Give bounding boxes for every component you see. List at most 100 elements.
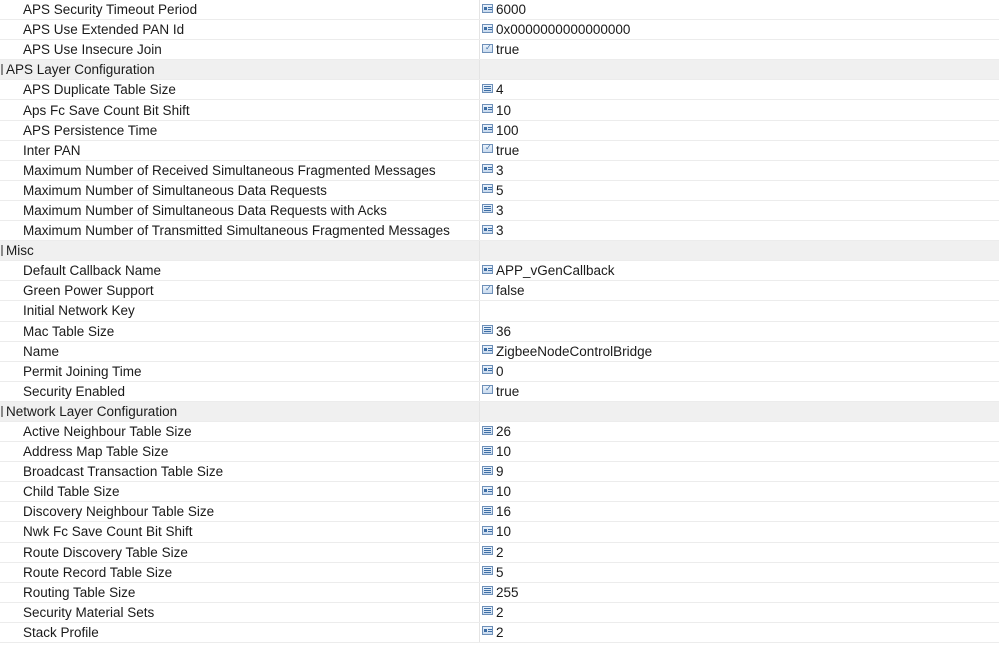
category-collapse-icon[interactable]: [1, 405, 3, 417]
property-name-cell[interactable]: Aps Fc Save Count Bit Shift: [0, 100, 480, 120]
property-value-cell[interactable]: 2: [480, 603, 999, 622]
property-value: ZigbeeNodeControlBridge: [496, 343, 653, 359]
property-row[interactable]: Stack Profile 2: [0, 622, 999, 643]
property-value-cell[interactable]: 10: [480, 100, 999, 119]
property-value-cell[interactable]: false: [480, 281, 999, 300]
property-name-cell[interactable]: APS Use Insecure Join: [0, 40, 480, 60]
property-value-cell[interactable]: 6000: [480, 0, 999, 19]
property-row[interactable]: Inter PAN true: [0, 140, 999, 161]
property-row[interactable]: APS Duplicate Table Size 4: [0, 80, 999, 101]
property-value-cell[interactable]: 9: [480, 462, 999, 481]
property-value-cell[interactable]: true: [480, 40, 999, 59]
property-name-cell[interactable]: Mac Table Size: [0, 321, 480, 341]
property-row[interactable]: Discovery Neighbour Table Size 16: [0, 502, 999, 523]
text-field-icon: [482, 264, 493, 274]
property-name-cell[interactable]: APS Use Extended PAN Id: [0, 20, 480, 40]
property-value-cell[interactable]: 10: [480, 482, 999, 501]
property-row[interactable]: Route Discovery Table Size 2: [0, 542, 999, 563]
category-row[interactable]: Misc: [0, 241, 999, 262]
property-name-cell[interactable]: APS Persistence Time: [0, 120, 480, 140]
property-row[interactable]: Name ZigbeeNodeControlBridge: [0, 341, 999, 362]
property-name-cell[interactable]: Green Power Support: [0, 281, 480, 301]
property-name-cell[interactable]: Route Discovery Table Size: [0, 542, 480, 562]
property-value-cell[interactable]: 5: [480, 181, 999, 200]
property-value-cell[interactable]: 16: [480, 502, 999, 521]
property-name-cell[interactable]: Network Layer Configuration: [0, 401, 480, 421]
property-row[interactable]: Route Record Table Size 5: [0, 562, 999, 583]
property-row[interactable]: Mac Table Size 36: [0, 321, 999, 342]
property-row[interactable]: APS Use Extended PAN Id 0x000000000000000…: [0, 20, 999, 41]
property-value-cell[interactable]: 10: [480, 442, 999, 461]
property-value-cell[interactable]: 3: [480, 161, 999, 180]
property-name-cell[interactable]: Broadcast Transaction Table Size: [0, 462, 480, 482]
property-name-cell[interactable]: Default Callback Name: [0, 261, 480, 281]
property-name-cell[interactable]: Routing Table Size: [0, 582, 480, 602]
property-name-cell[interactable]: Initial Network Key: [0, 301, 480, 321]
property-value-cell[interactable]: 255: [480, 583, 999, 602]
property-row[interactable]: APS Security Timeout Period 6000: [0, 0, 999, 21]
property-row[interactable]: Security Material Sets 2: [0, 602, 999, 623]
category-row[interactable]: APS Layer Configuration: [0, 60, 999, 81]
property-value-cell[interactable]: true: [480, 141, 999, 160]
property-value-cell[interactable]: true: [480, 382, 999, 401]
property-row[interactable]: Default Callback Name APP_vGenCallback: [0, 261, 999, 282]
property-name-cell[interactable]: Security Enabled: [0, 381, 480, 401]
property-name-cell[interactable]: Address Map Table Size: [0, 442, 480, 462]
property-value-cell[interactable]: 36: [480, 322, 999, 341]
property-row[interactable]: Address Map Table Size 10: [0, 442, 999, 463]
property-row[interactable]: Permit Joining Time 0: [0, 361, 999, 382]
property-name-cell[interactable]: APS Layer Configuration: [0, 60, 480, 80]
property-label: Route Record Table Size: [23, 564, 173, 580]
property-name-cell[interactable]: Route Record Table Size: [0, 562, 480, 582]
property-name-cell[interactable]: Maximum Number of Simultaneous Data Requ…: [0, 200, 480, 221]
property-row[interactable]: Initial Network Key: [0, 301, 999, 322]
category-collapse-icon[interactable]: [1, 64, 3, 76]
property-name-cell[interactable]: Permit Joining Time: [0, 361, 480, 381]
property-value-cell[interactable]: 2: [480, 543, 999, 562]
property-name-cell[interactable]: Maximum Number of Received Simultaneous …: [0, 160, 480, 180]
property-name-cell[interactable]: Inter PAN: [0, 140, 480, 160]
property-value-cell[interactable]: 4: [480, 80, 999, 99]
property-row[interactable]: Maximum Number of Received Simultaneous …: [0, 160, 999, 181]
property-value-cell[interactable]: 3: [480, 221, 999, 240]
property-row[interactable]: APS Persistence Time 100: [0, 120, 999, 141]
property-value-cell[interactable]: 10: [480, 522, 999, 541]
property-value-cell[interactable]: 0: [480, 362, 999, 381]
property-name-cell[interactable]: Maximum Number of Transmitted Simultaneo…: [0, 221, 480, 241]
property-row[interactable]: Aps Fc Save Count Bit Shift 10: [0, 100, 999, 121]
property-row[interactable]: Maximum Number of Simultaneous Data Requ…: [0, 180, 999, 201]
property-row[interactable]: Maximum Number of Transmitted Simultaneo…: [0, 221, 999, 242]
property-name-cell[interactable]: Security Material Sets: [0, 602, 480, 622]
property-name-cell[interactable]: Maximum Number of Simultaneous Data Requ…: [0, 180, 480, 200]
property-name-cell[interactable]: Discovery Neighbour Table Size: [0, 502, 480, 522]
property-value-cell[interactable]: ZigbeeNodeControlBridge: [480, 342, 999, 361]
property-row[interactable]: Broadcast Transaction Table Size 9: [0, 462, 999, 483]
property-value-cell[interactable]: 3: [480, 201, 999, 220]
property-row[interactable]: Active Neighbour Table Size 26: [0, 421, 999, 443]
property-row[interactable]: Green Power Support false: [0, 281, 999, 302]
property-row[interactable]: Maximum Number of Simultaneous Data Requ…: [0, 200, 999, 222]
property-value-cell[interactable]: APP_vGenCallback: [480, 261, 999, 280]
property-row[interactable]: Nwk Fc Save Count Bit Shift 10: [0, 522, 999, 543]
property-value-cell[interactable]: 0x0000000000000000: [480, 20, 999, 39]
property-name-cell[interactable]: Name: [0, 341, 480, 361]
category-row[interactable]: Network Layer Configuration: [0, 401, 999, 422]
property-value-cell[interactable]: 2: [480, 623, 999, 642]
property-row[interactable]: Security Enabled true: [0, 381, 999, 402]
category-collapse-icon[interactable]: [1, 245, 3, 257]
property-name-cell[interactable]: Nwk Fc Save Count Bit Shift: [0, 522, 480, 542]
property-name-cell[interactable]: APS Security Timeout Period: [0, 0, 480, 20]
property-row[interactable]: Child Table Size 10: [0, 482, 999, 503]
property-value-cell[interactable]: [480, 301, 999, 320]
property-value-cell[interactable]: 100: [480, 121, 999, 140]
property-name-cell[interactable]: Stack Profile: [0, 622, 480, 642]
property-name-cell[interactable]: Active Neighbour Table Size: [0, 421, 480, 442]
property-name-cell[interactable]: Misc: [0, 241, 480, 261]
property-name-cell[interactable]: APS Duplicate Table Size: [0, 80, 480, 100]
property-value-cell[interactable]: 26: [480, 422, 999, 441]
property-value: true: [496, 142, 520, 158]
property-row[interactable]: APS Use Insecure Join true: [0, 40, 999, 61]
property-value-cell[interactable]: 5: [480, 563, 999, 582]
property-name-cell[interactable]: Child Table Size: [0, 482, 480, 502]
property-row[interactable]: Routing Table Size 255: [0, 582, 999, 603]
